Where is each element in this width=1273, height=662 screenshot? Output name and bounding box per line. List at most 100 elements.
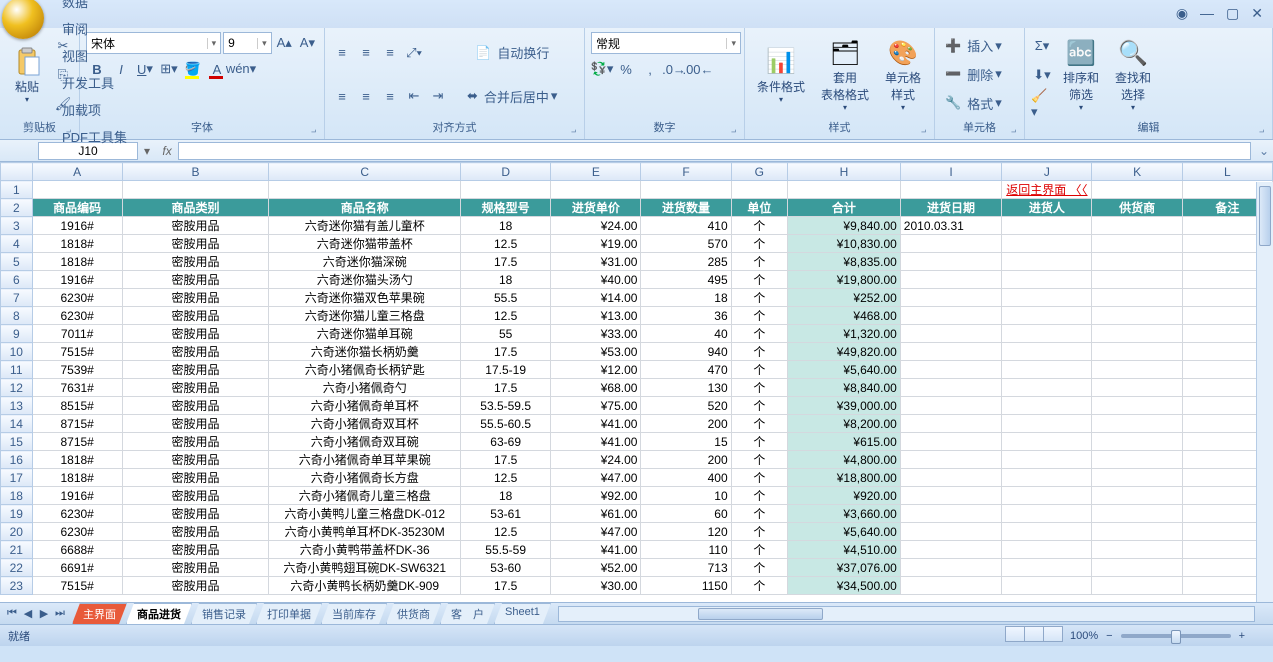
align-bottom-icon[interactable]: ≡ (379, 42, 401, 64)
cell[interactable]: 1818# (32, 451, 122, 469)
cell[interactable]: 个 (731, 361, 787, 379)
cell[interactable]: ¥5,640.00 (788, 361, 901, 379)
cell[interactable]: 40 (641, 325, 731, 343)
comma-icon[interactable]: , (639, 58, 661, 80)
cell[interactable] (461, 181, 551, 199)
cell[interactable]: 密胺用品 (122, 307, 269, 325)
row-header[interactable]: 15 (1, 433, 33, 451)
cell[interactable] (900, 307, 1001, 325)
cell[interactable] (1092, 379, 1182, 397)
align-middle-icon[interactable]: ≡ (355, 42, 377, 64)
table-header-cell[interactable]: 进货人 (1002, 199, 1092, 217)
row-header[interactable]: 14 (1, 415, 33, 433)
cell[interactable]: 个 (731, 253, 787, 271)
cell[interactable]: ¥33.00 (551, 325, 641, 343)
cell[interactable] (1002, 307, 1092, 325)
cell[interactable]: 55.5-60.5 (461, 415, 551, 433)
cell[interactable]: 53.5-59.5 (461, 397, 551, 415)
cell[interactable]: 密胺用品 (122, 289, 269, 307)
cell[interactable]: 密胺用品 (122, 415, 269, 433)
cell[interactable]: 个 (731, 217, 787, 235)
table-header-cell[interactable]: 规格型号 (461, 199, 551, 217)
cell[interactable] (1002, 577, 1092, 595)
cell[interactable]: 7515# (32, 343, 122, 361)
return-main-link[interactable]: 返回主界面 〈〈 (1002, 181, 1092, 199)
column-header[interactable]: A (32, 163, 122, 181)
cell[interactable] (1092, 181, 1182, 199)
ribbon-tab[interactable]: 审阅 (50, 15, 139, 42)
cell[interactable]: 18 (641, 289, 731, 307)
sheet-tab[interactable]: 供货商 (386, 603, 441, 624)
cell[interactable]: 1818# (32, 235, 122, 253)
zoom-level[interactable]: 100% (1070, 630, 1098, 642)
zoom-out-icon[interactable]: − (1106, 630, 1112, 642)
fill-color-button[interactable]: 🪣 (182, 58, 204, 80)
cell[interactable]: 密胺用品 (122, 433, 269, 451)
cell[interactable]: 940 (641, 343, 731, 361)
cell[interactable] (1002, 469, 1092, 487)
cell[interactable]: 六奇小黄鸭长柄奶羹DK-909 (269, 577, 461, 595)
cell[interactable]: 2010.03.31 (900, 217, 1001, 235)
cell[interactable]: ¥8,200.00 (788, 415, 901, 433)
row-header[interactable]: 21 (1, 541, 33, 559)
cell[interactable]: 55.5-59 (461, 541, 551, 559)
cell[interactable]: 六奇迷你猫儿童三格盘 (269, 307, 461, 325)
cell[interactable] (1092, 307, 1182, 325)
cell[interactable]: 10 (641, 487, 731, 505)
cell[interactable]: ¥19,800.00 (788, 271, 901, 289)
percent-icon[interactable]: % (615, 58, 637, 80)
cell[interactable]: 密胺用品 (122, 451, 269, 469)
row-header[interactable]: 10 (1, 343, 33, 361)
cell[interactable] (900, 235, 1001, 253)
tab-nav-prev-icon[interactable]: ◀ (20, 607, 36, 620)
cell[interactable]: 个 (731, 235, 787, 253)
cell[interactable]: 个 (731, 469, 787, 487)
cell[interactable] (1002, 271, 1092, 289)
cell[interactable] (900, 451, 1001, 469)
cell[interactable] (1002, 415, 1092, 433)
view-switcher[interactable] (1005, 626, 1062, 645)
cell[interactable] (1002, 559, 1092, 577)
cell[interactable]: 个 (731, 451, 787, 469)
cell[interactable] (1092, 433, 1182, 451)
cell[interactable]: 六奇小猪佩奇单耳杯 (269, 397, 461, 415)
cell[interactable]: 个 (731, 505, 787, 523)
cell[interactable]: ¥34,500.00 (788, 577, 901, 595)
cell[interactable]: 密胺用品 (122, 523, 269, 541)
cell[interactable]: ¥468.00 (788, 307, 901, 325)
cell[interactable] (1002, 541, 1092, 559)
cell[interactable]: ¥39,000.00 (788, 397, 901, 415)
cell[interactable]: ¥53.00 (551, 343, 641, 361)
cell[interactable]: 个 (731, 487, 787, 505)
cell[interactable]: 个 (731, 541, 787, 559)
cell[interactable] (1092, 523, 1182, 541)
cell[interactable]: 285 (641, 253, 731, 271)
cell[interactable]: ¥41.00 (551, 433, 641, 451)
cell[interactable]: 六奇迷你猫头汤勺 (269, 271, 461, 289)
table-header-cell[interactable]: 供货商 (1092, 199, 1182, 217)
wrap-text-button[interactable]: 📄自动换行 (461, 42, 563, 64)
align-top-icon[interactable]: ≡ (331, 42, 353, 64)
cell[interactable] (1092, 271, 1182, 289)
cell[interactable] (900, 343, 1001, 361)
cell[interactable] (1002, 253, 1092, 271)
column-header[interactable]: B (122, 163, 269, 181)
cell[interactable] (1002, 451, 1092, 469)
cell[interactable]: ¥13.00 (551, 307, 641, 325)
row-header[interactable]: 18 (1, 487, 33, 505)
cell[interactable] (900, 469, 1001, 487)
cell[interactable] (1092, 289, 1182, 307)
cell[interactable]: 六奇迷你猫单耳碗 (269, 325, 461, 343)
select-all-corner[interactable] (1, 163, 33, 181)
column-header[interactable]: J (1002, 163, 1092, 181)
spreadsheet-grid[interactable]: ABCDEFGHIJKL 1返回主界面 〈〈2商品编码商品类别商品名称规格型号进… (0, 162, 1273, 595)
sheet-tab[interactable]: 主界面 (72, 603, 127, 624)
cell[interactable]: 六奇迷你猫双色苹果碗 (269, 289, 461, 307)
cell[interactable]: 密胺用品 (122, 397, 269, 415)
table-header-cell[interactable]: 商品类别 (122, 199, 269, 217)
number-format-combo[interactable]: 常规▾ (591, 32, 741, 54)
cell[interactable] (1002, 505, 1092, 523)
tab-nav-first-icon[interactable]: ⏮ (4, 607, 20, 620)
align-right-icon[interactable]: ≡ (379, 85, 401, 107)
cell[interactable]: 12.5 (461, 523, 551, 541)
